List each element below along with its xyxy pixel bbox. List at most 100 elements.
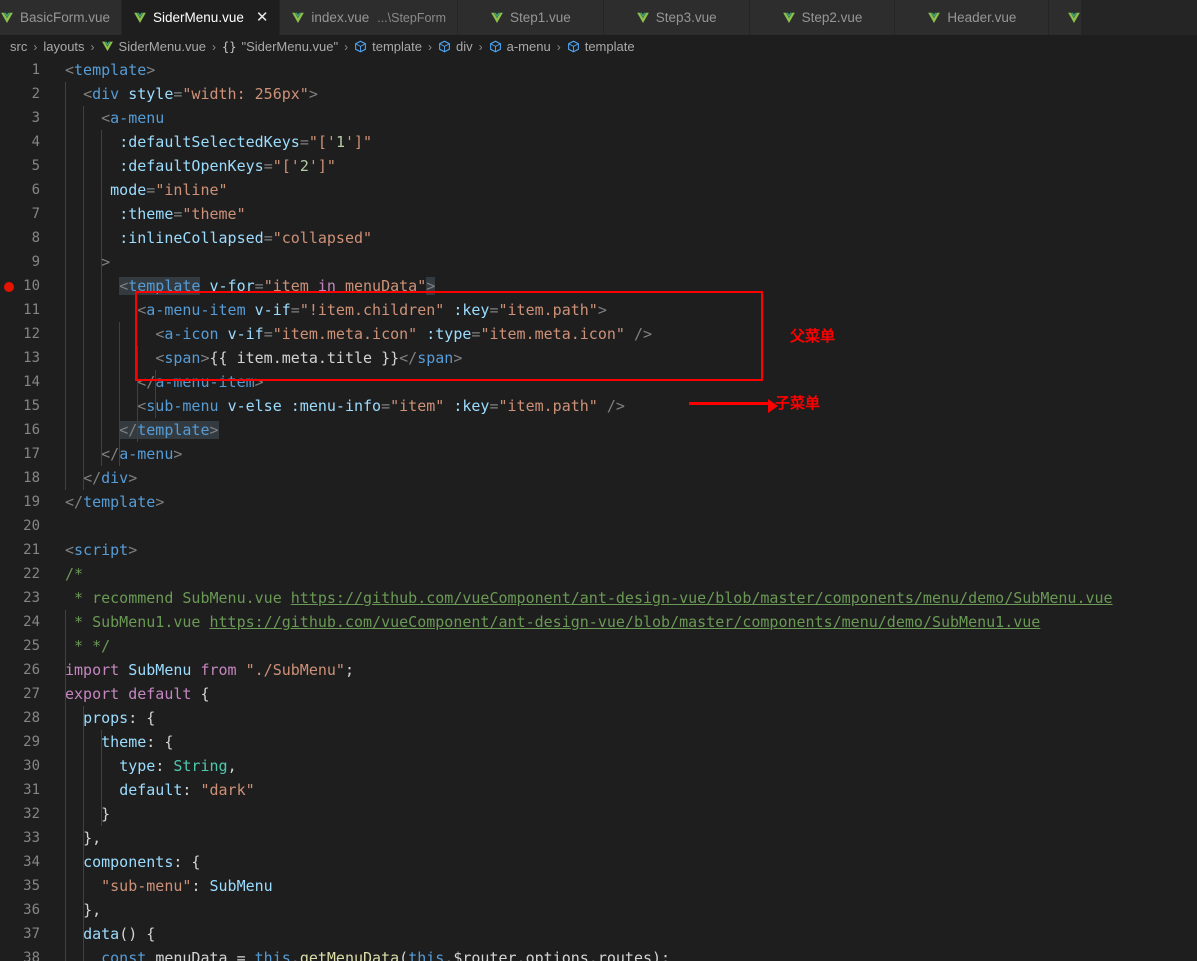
breadcrumb-item-div[interactable]: div <box>438 39 473 54</box>
indent-guide <box>101 130 102 466</box>
line-content: :defaultOpenKeys="['2']" <box>119 157 336 175</box>
line-content: <a-icon v-if="item.meta.icon" :type="ite… <box>155 325 653 343</box>
breadcrumb-item-symbol-root[interactable]: {} "SiderMenu.vue" <box>222 39 338 54</box>
line-content: :inlineCollapsed="collapsed" <box>119 229 373 247</box>
line-number: 8 <box>31 230 40 246</box>
line-number: 10 <box>0 274 52 298</box>
breadcrumb-item-sidermenu-vue[interactable]: SiderMenu.vue <box>101 39 206 54</box>
code-line: 32 } <box>0 802 1197 826</box>
code-line: 31 default: "dark" <box>0 778 1197 802</box>
code-line: 14 </a-menu-item> <box>0 370 1197 394</box>
line-number: 22 <box>23 566 40 582</box>
symbol-cube-icon <box>438 40 451 53</box>
code-line: 10 <template v-for="item in menuData"> <box>0 274 1197 298</box>
tab-step3-vue[interactable]: Step3.vue <box>603 0 750 35</box>
code-line: 26 import SubMenu from "./SubMenu"; <box>0 658 1197 682</box>
vue-file-icon <box>133 11 147 25</box>
code-line: 38 const menuData = this.getMenuData(thi… <box>0 946 1197 961</box>
tab-label: BasicForm.vue <box>20 10 111 25</box>
code-line: 21 <script> <box>0 538 1197 562</box>
tab-step2-vue[interactable]: Step2.vue <box>749 0 896 35</box>
breadcrumb-item-template-inner[interactable]: template <box>567 39 635 54</box>
breadcrumb-item-layouts[interactable]: layouts <box>43 39 84 54</box>
code-line: 6 mode="inline" <box>0 178 1197 202</box>
symbol-cube-icon <box>354 40 367 53</box>
line-content: </template> <box>65 493 165 511</box>
tab-path-description: ...\StepForm <box>377 10 446 25</box>
breadcrumb-separator: › <box>478 39 483 54</box>
line-content: <a-menu-item v-if="!item.children" :key=… <box>137 301 607 319</box>
line-content: :defaultSelectedKeys="['1']" <box>119 133 373 151</box>
vue-file-icon <box>782 11 796 25</box>
breadcrumb-separator: › <box>556 39 561 54</box>
close-icon[interactable]: ✕ <box>256 10 269 25</box>
line-content: "sub-menu": SubMenu <box>101 877 273 895</box>
code-line: 22 /* <box>0 562 1197 586</box>
line-number: 19 <box>23 494 40 510</box>
tab-step1-vue[interactable]: Step1.vue <box>458 0 604 35</box>
breadcrumb-item-template[interactable]: template <box>354 39 422 54</box>
indent-guide <box>65 610 66 961</box>
line-content: type: String, <box>119 757 237 775</box>
line-content: <span>{{ item.meta.title }}</span> <box>155 349 463 367</box>
line-number: 9 <box>31 254 40 270</box>
tab-label: Step2.vue <box>801 10 863 25</box>
code-lines: 1 <template> 2 <div style="width: 256px"… <box>0 58 1197 961</box>
tab-overflow-next[interactable] <box>1049 0 1083 35</box>
line-number: 37 <box>23 926 40 942</box>
code-line: 23 * recommend SubMenu.vue https://githu… <box>0 586 1197 610</box>
code-line: 27 export default { <box>0 682 1197 706</box>
editor-tab-bar: BasicForm.vue SiderMenu.vue ✕ index.vue … <box>0 0 1197 35</box>
line-content: theme: { <box>101 733 174 751</box>
tab-basicform-vue[interactable]: BasicForm.vue <box>0 0 123 35</box>
code-line: 11 <a-menu-item v-if="!item.children" :k… <box>0 298 1197 322</box>
code-line: 8 :inlineCollapsed="collapsed" <box>0 226 1197 250</box>
code-line: 1 <template> <box>0 58 1197 82</box>
vue-file-icon <box>1067 11 1081 25</box>
code-line: 20 <box>0 514 1197 538</box>
line-content: props: { <box>83 709 156 727</box>
line-number: 6 <box>31 182 40 198</box>
code-line: 16 </template> <box>0 418 1197 442</box>
line-number: 23 <box>23 590 40 606</box>
indent-guide <box>101 730 102 826</box>
vue-file-icon <box>101 40 114 53</box>
breakpoint-icon[interactable] <box>4 282 14 292</box>
breadcrumb-separator: › <box>212 39 216 54</box>
indent-guide <box>137 346 138 442</box>
line-number: 20 <box>23 518 40 534</box>
breadcrumb-item-a-menu[interactable]: a-menu <box>489 39 551 54</box>
tab-header-vue[interactable]: Header.vue <box>895 0 1050 35</box>
line-content: }, <box>83 829 102 847</box>
line-content: export default { <box>65 685 210 703</box>
vue-file-icon <box>291 11 305 25</box>
line-content: mode="inline" <box>110 181 228 199</box>
line-content: <template> <box>65 61 156 79</box>
line-number: 33 <box>23 830 40 846</box>
code-line: 15 <sub-menu v-else :menu-info="item" :k… <box>0 394 1197 418</box>
breadcrumb-separator: › <box>33 39 38 54</box>
comment-link[interactable]: https://github.com/vueComponent/ant-desi… <box>210 613 1041 631</box>
breadcrumb-label: template <box>372 39 422 54</box>
breadcrumb-label: a-menu <box>506 39 551 54</box>
line-number: 14 <box>23 374 40 390</box>
indent-guide <box>83 706 84 961</box>
tab-label: Step3.vue <box>655 10 717 25</box>
line-number: 16 <box>23 422 40 438</box>
indent-guide <box>119 322 120 466</box>
line-number: 3 <box>31 110 40 126</box>
line-content: :theme="theme" <box>119 205 246 223</box>
breadcrumb-label: layouts <box>43 39 85 54</box>
comment-link[interactable]: https://github.com/vueComponent/ant-desi… <box>291 589 1113 607</box>
breadcrumb-separator: › <box>90 39 95 54</box>
breadcrumb-separator: › <box>428 39 432 54</box>
tab-index-vue[interactable]: index.vue ...\StepForm <box>280 0 458 35</box>
annotation-label-parent-menu: 父菜单 <box>790 327 836 345</box>
annotation-arrow-sub-menu <box>689 399 778 413</box>
tab-sidermenu-vue[interactable]: SiderMenu.vue ✕ <box>122 0 281 35</box>
breadcrumb-item-src[interactable]: src <box>10 39 27 54</box>
line-number: 11 <box>23 302 40 318</box>
vue-file-icon <box>0 11 14 25</box>
code-editor[interactable]: 1 <template> 2 <div style="width: 256px"… <box>0 58 1197 961</box>
code-line: 29 theme: { <box>0 730 1197 754</box>
